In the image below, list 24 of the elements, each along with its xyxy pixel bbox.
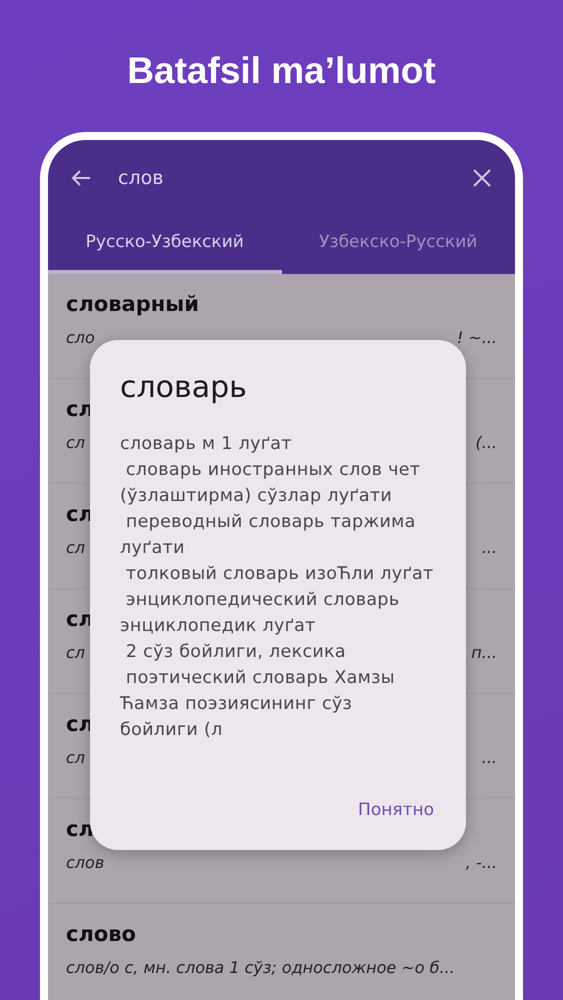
headword: сл bbox=[66, 817, 95, 841]
headword: словарный bbox=[66, 292, 200, 316]
entry-snippet: слов bbox=[66, 853, 104, 872]
tab[interactable]: Узбекско-Русский bbox=[282, 224, 515, 274]
dialog-title: словарь bbox=[120, 370, 248, 405]
search-field[interactable]: слов bbox=[118, 167, 445, 189]
entry-snippet: ... bbox=[482, 538, 497, 557]
entry-snippet: сл bbox=[66, 433, 86, 452]
entry-snippet: сло bbox=[66, 328, 95, 347]
entry-snippet: (... bbox=[476, 433, 497, 452]
close-icon[interactable] bbox=[471, 167, 493, 189]
dialog-body: словарь м 1 луґат словарь иностранных слов чет (ўзлаштирма) сўзлар луґати переводный словарь таржима луґати толковый словарь изоЋли луґат энциклопедический словарь энциклопедик луґат 2 сўз бойлиги, лексика поэтический словарь Хамзы Ћамза поэзиясининг сўз бойлиги (л bbox=[120, 433, 434, 742]
ok-button[interactable]: Понятно bbox=[346, 794, 446, 826]
entry-snippet: ! ~... bbox=[456, 328, 497, 347]
tab[interactable]: Русско-Узбекский bbox=[48, 224, 282, 274]
entry-snippet: п... bbox=[471, 643, 497, 662]
entry-snippet: , -... bbox=[466, 853, 497, 872]
entry-snippet: сл bbox=[66, 643, 86, 662]
entry-snippet: слов/о с, мн. слова 1 сўз; односложное ~о б... bbox=[66, 958, 455, 977]
entry-snippet: сл bbox=[66, 538, 86, 557]
entry-snippet: ... bbox=[482, 748, 497, 767]
entry-snippet: сл bbox=[66, 748, 86, 767]
headword: слово bbox=[66, 922, 137, 946]
promo-title: Batafsil ma’lumot bbox=[126, 49, 437, 93]
